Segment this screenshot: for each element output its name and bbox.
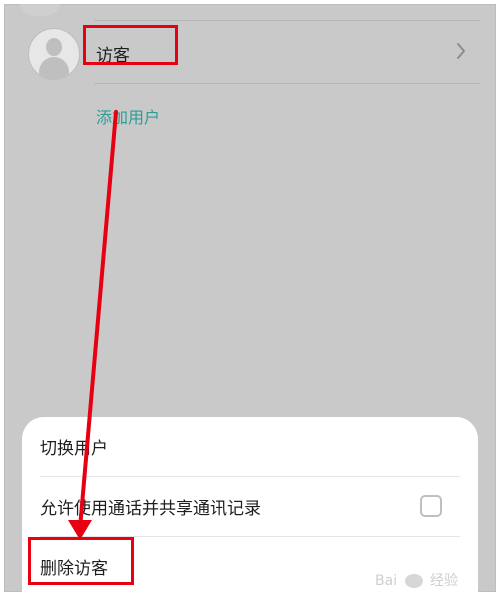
switch-user-label: 切换用户 [40, 438, 108, 459]
watermark-text-right: 经验 [430, 573, 458, 589]
guest-avatar [28, 28, 80, 80]
guest-highlight-box [83, 25, 178, 65]
top-divider [94, 20, 480, 21]
watermark-text-left: Bai [375, 573, 398, 589]
add-user-link[interactable]: 添加用户 [96, 104, 160, 128]
chevron-right-icon [457, 43, 465, 59]
previous-avatar-partial [20, 4, 60, 16]
delete-highlight-box [28, 537, 134, 585]
allow-calls-checkbox[interactable] [420, 495, 442, 517]
allow-calls-item[interactable]: 允许使用通话并共享通讯记录 [40, 477, 460, 535]
allow-calls-label: 允许使用通话并共享通讯记录 [40, 498, 261, 519]
switch-user-item[interactable]: 切换用户 [40, 417, 460, 475]
guest-row-divider [94, 83, 480, 84]
baidu-watermark: Bai 经验 [375, 570, 458, 590]
guest-user-row[interactable]: 访客 [4, 24, 496, 84]
paw-icon [404, 574, 423, 588]
settings-screen: 访客 添加用户 切换用户 允许使用通话并共享通讯记录 删除访客 Bai 经验 [4, 4, 496, 592]
